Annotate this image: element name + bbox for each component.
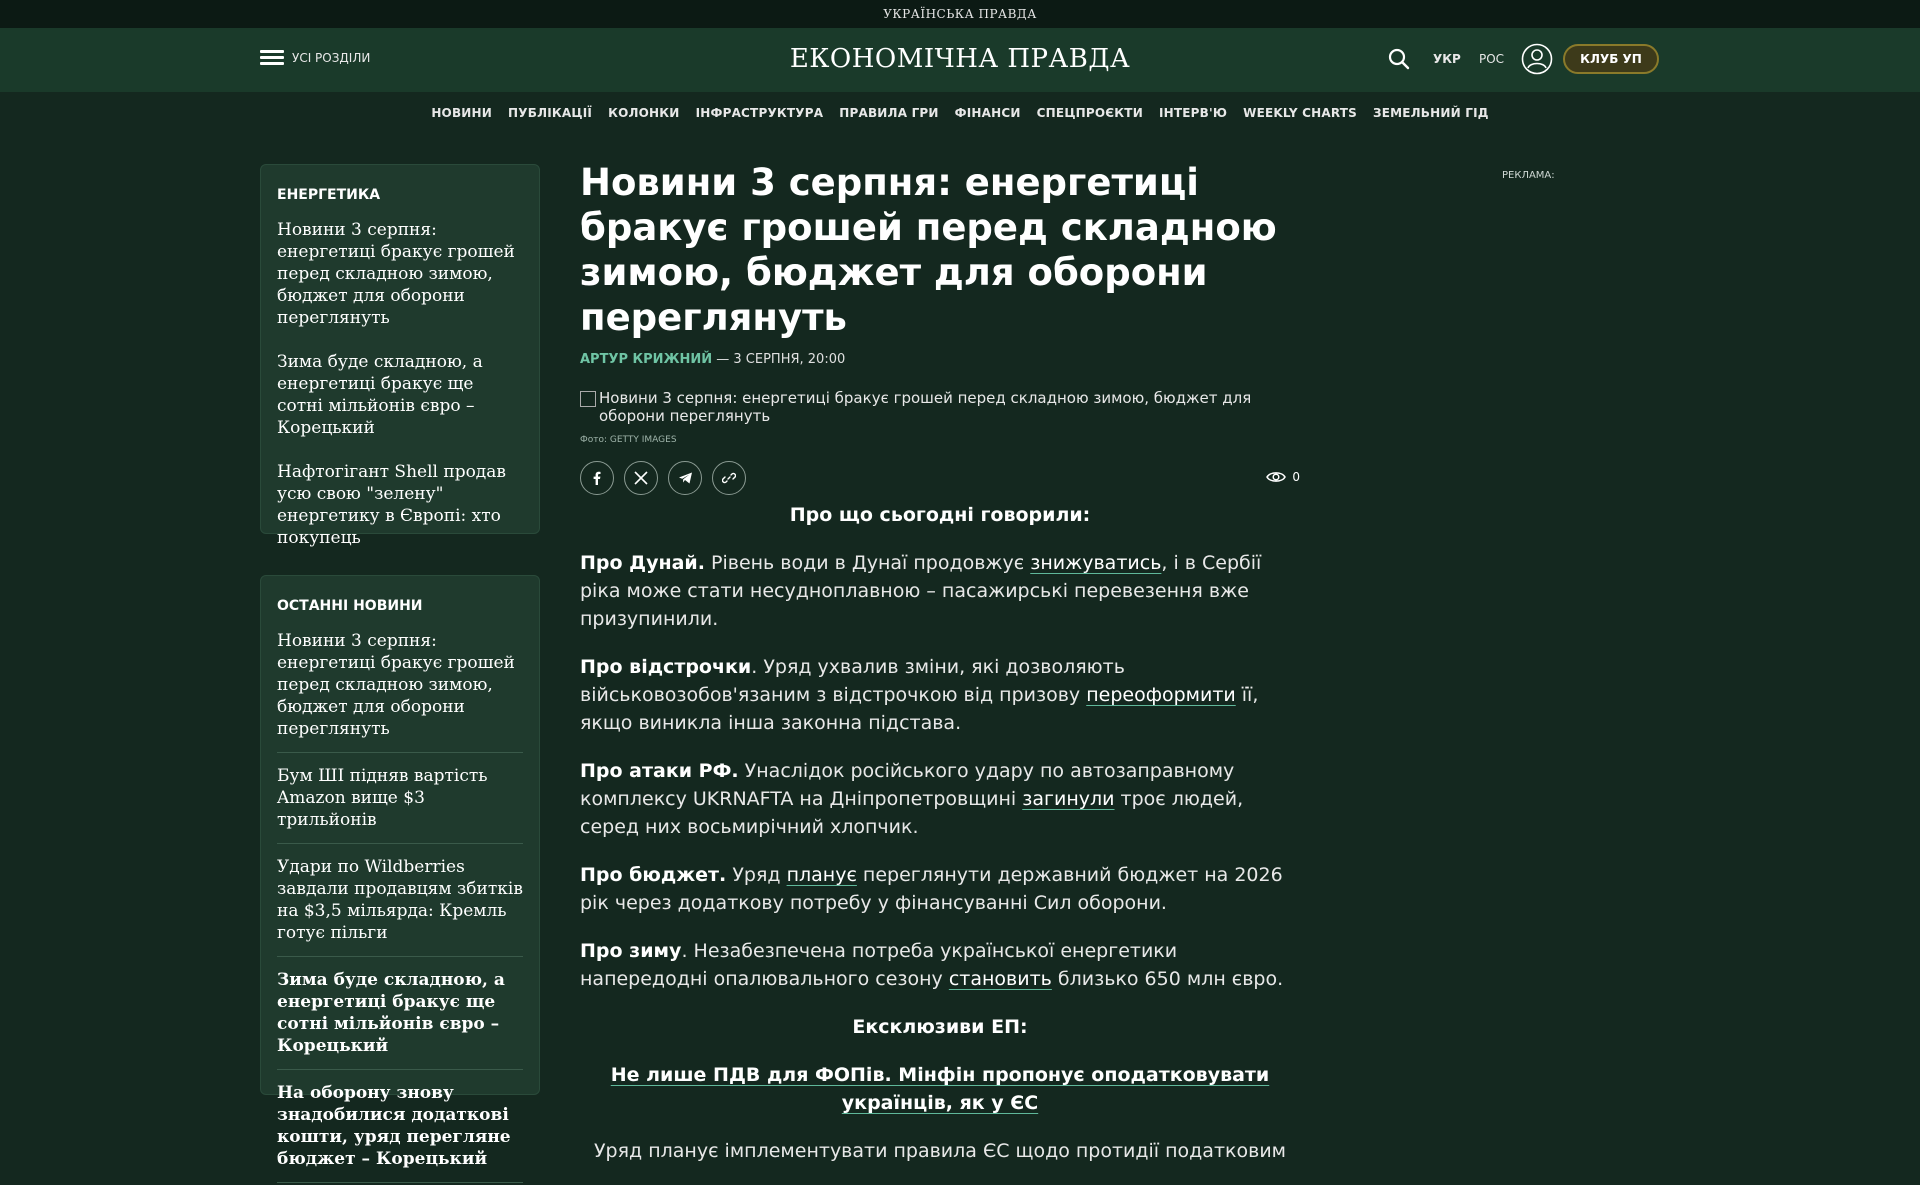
list-item[interactable]: Бум ШІ підняв вартість Amazon вище $3 тр… [277,765,523,844]
list-item[interactable]: На оборону знову знадобилися додаткові к… [277,1082,523,1183]
article: Новини 3 серпня: енергетиці бракує гроше… [580,160,1300,1185]
up-logo-text: УКРАЇНСЬКА ПРАВДА [883,7,1037,21]
paragraph-text: близько 650 млн євро. [1051,968,1284,990]
x-icon [634,471,648,485]
article-date: — 3 СЕРПНЯ, 20:00 [716,352,846,367]
image-alt-text: Новини 3 серпня: енергетиці бракує гроше… [599,389,1252,425]
inline-link[interactable]: знижуватись [1030,552,1161,574]
paragraph-text: Рівень води в Дунаї продовжує [704,552,1031,574]
paragraph-lead: Про атаки РФ. [580,760,739,782]
latest-news-title[interactable]: ОСТАННІ НОВИНИ [277,598,523,614]
lang-ukr-link[interactable]: УКР [1433,52,1461,66]
article-body: Про що сьогодні говорили: Про Дунай. Рів… [580,501,1300,1165]
main-nav: НОВИНИ ПУБЛІКАЦІЇ КОЛОНКИ ІНФРАСТРУКТУРА… [0,92,1920,134]
paragraph: Про атаки РФ. Унаслідок російського удар… [580,757,1300,841]
inline-link[interactable]: загинули [1022,788,1114,810]
facebook-share-button[interactable] [580,461,614,495]
paragraph-text: Уряд [726,864,787,886]
list-item[interactable]: Новини 3 серпня: енергетиці бракує гроше… [277,219,523,329]
nav-item[interactable]: WEEKLY CHARTS [1243,106,1357,120]
paragraph: Про бюджет. Уряд планує переглянути держ… [580,861,1300,917]
nav-item[interactable]: КОЛОНКИ [608,106,679,120]
energy-sidebar-card: ЕНЕРГЕТИКА Новини 3 серпня: енергетиці б… [260,164,540,548]
nav-item[interactable]: ІНТЕРВ'Ю [1159,106,1227,120]
article-image: Новини 3 серпня: енергетиці бракує гроше… [580,389,1300,425]
today-heading: Про що сьогодні говорили: [789,504,1091,526]
exclusive-paragraph: Не лише ПДВ для ФОПів. Мінфін пропонує о… [580,1061,1300,1117]
nav-item[interactable]: НОВИНИ [431,106,492,120]
article-title: Новини 3 серпня: енергетиці бракує гроше… [580,161,1277,339]
copy-link-button[interactable] [712,461,746,495]
ad-label: РЕКЛАМА: [1502,170,1555,181]
paragraph: Уряд планує імплементувати правила ЄС що… [593,1140,1287,1162]
list-item[interactable]: Нафтогігант Shell продав усю свою "зелен… [277,461,523,549]
nav-item[interactable]: ФІНАНСИ [955,106,1021,120]
telegram-icon [678,472,692,484]
paragraph: Про Дунай. Рівень води в Дунаї продовжує… [580,549,1300,633]
facebook-icon [593,471,601,485]
nav-item[interactable]: СПЕЦПРОЄКТИ [1037,106,1143,120]
list-item[interactable]: Зима буде складною, а енергетиці бракує … [277,351,523,439]
list-item[interactable]: Удари по Wildberries завдали продавцям з… [277,856,523,957]
inline-link[interactable]: становить [949,968,1052,990]
paragraph: Про зиму. Незабезпечена потреба українсь… [580,937,1300,993]
views-count: 0 [1292,470,1300,484]
share-bar: 0 [580,461,1300,501]
views-counter: 0 [1266,470,1300,484]
inline-link[interactable]: планує [787,864,857,886]
site-header: УСІ РОЗДІЛИ ЕКОНОМІЧНА ПРАВДА УКР РОС КЛ… [0,28,1920,92]
energy-section-title[interactable]: ЕНЕРГЕТИКА [277,187,523,203]
latest-news-card: ОСТАННІ НОВИНИ Новини 3 серпня: енергети… [260,575,540,1183]
article-meta: АРТУР КРИЖНИЙ — 3 СЕРПНЯ, 20:00 [580,352,1300,367]
telegram-share-button[interactable] [668,461,702,495]
photo-credit: Фото: GETTY IMAGES [580,435,677,445]
exclusive-heading: Ексклюзиви ЕП: [852,1016,1028,1038]
paragraph: Про відстрочки. Уряд ухвалив зміни, які … [580,653,1300,737]
paragraph-lead: Про бюджет. [580,864,727,886]
exclusive-link[interactable]: Не лише ПДВ для ФОПів. Мінфін пропонує о… [611,1064,1270,1114]
user-icon[interactable] [1521,43,1553,75]
paragraph-lead: Про відстрочки [580,656,752,678]
broken-image-icon [580,391,596,407]
search-icon[interactable] [1388,48,1410,70]
club-up-button[interactable]: КЛУБ УП [1563,44,1659,74]
list-item[interactable]: Новини 3 серпня: енергетиці бракує гроше… [277,630,523,753]
inline-link[interactable]: переоформити [1086,684,1236,706]
nav-item[interactable]: ІНФРАСТРУКТУРА [696,106,824,120]
author-link[interactable]: АРТУР КРИЖНИЙ [580,352,712,367]
nav-item[interactable]: ПРАВИЛА ГРИ [839,106,938,120]
x-share-button[interactable] [624,461,658,495]
eye-icon [1266,472,1287,482]
lang-ros-link[interactable]: РОС [1479,52,1504,66]
top-strip[interactable]: УКРАЇНСЬКА ПРАВДА [0,0,1920,28]
link-icon [722,472,736,484]
nav-item[interactable]: ПУБЛІКАЦІЇ [508,106,592,120]
paragraph-lead: Про Дунай. [580,552,705,574]
list-item[interactable]: Зима буде складною, а енергетиці бракує … [277,969,523,1070]
paragraph-lead: Про зиму [580,940,682,962]
nav-item[interactable]: ЗЕМЕЛЬНИЙ ГІД [1373,106,1489,120]
